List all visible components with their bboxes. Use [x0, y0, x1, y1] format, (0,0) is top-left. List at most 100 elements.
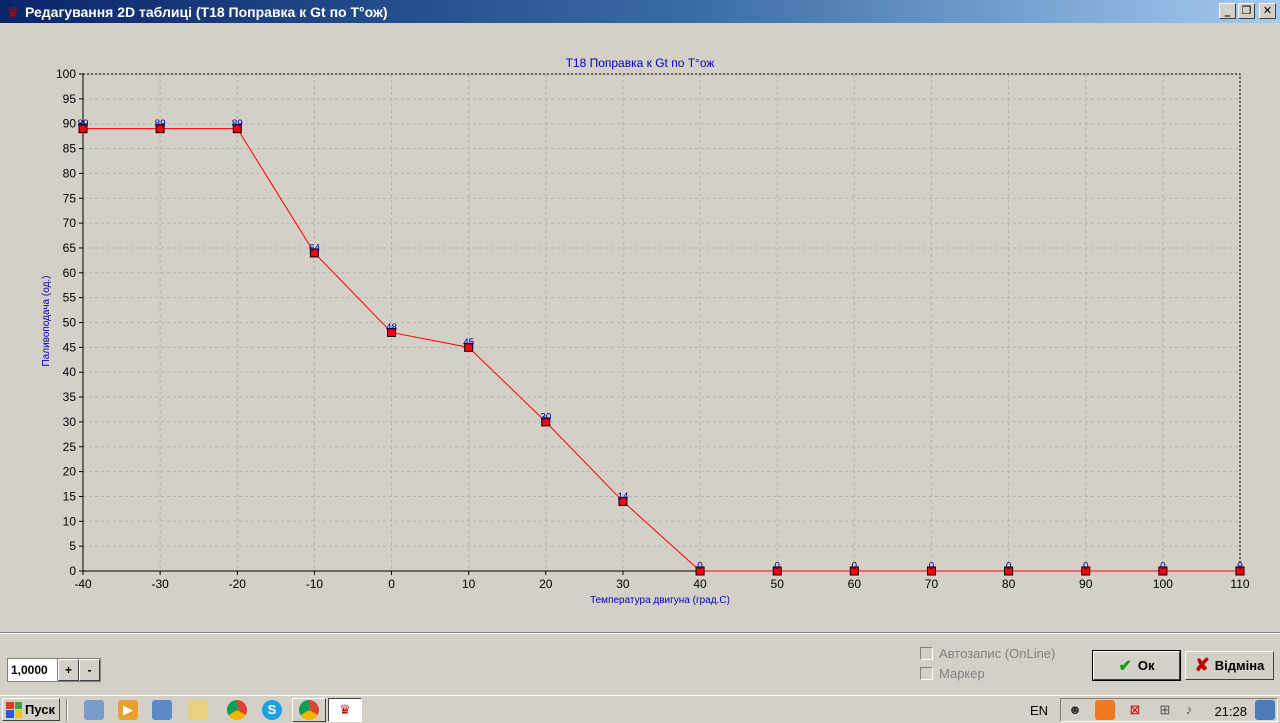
line-chart[interactable]: T18 Поправка к Gt по T°ож Паливоподача (… — [0, 23, 1280, 633]
data-label: 30 — [540, 412, 552, 423]
x-tick-label: 40 — [693, 577, 707, 591]
y-tick-label: 90 — [63, 117, 77, 131]
minimize-button[interactable]: _ — [1219, 3, 1236, 19]
y-tick-label: 30 — [63, 415, 77, 429]
y-tick-label: 75 — [63, 191, 77, 205]
scale-plus-button[interactable]: + — [58, 659, 79, 681]
show-desktop-icon[interactable] — [1255, 700, 1275, 720]
tray-antivirus-icon[interactable] — [1095, 700, 1115, 720]
disk-icon[interactable] — [84, 700, 104, 720]
data-label: 0 — [929, 561, 935, 572]
x-tick-label: 100 — [1153, 577, 1173, 591]
system-tray: ☻ ⊠ ⊞ ♪ 21:28 — [1060, 698, 1278, 722]
y-tick-label: 15 — [63, 489, 77, 503]
x-tick-label: 30 — [616, 577, 630, 591]
volume-icon[interactable]: ♪ — [1179, 700, 1199, 720]
cross-icon: ✘ — [1194, 655, 1210, 675]
skype-icon[interactable]: S — [262, 700, 282, 720]
y-tick-label: 35 — [63, 390, 77, 404]
y-axis-label: Паливоподача (од.) — [41, 275, 52, 366]
marker-checkbox[interactable] — [920, 667, 933, 680]
y-tick-label: 95 — [63, 92, 77, 106]
data-label: 48 — [386, 322, 398, 333]
data-label: 0 — [1160, 561, 1166, 572]
language-indicator[interactable]: EN — [1030, 703, 1048, 718]
y-tick-label: 50 — [63, 316, 77, 330]
autosave-label: Автозапис (OnLine) — [939, 646, 1056, 661]
x-tick-label: 110 — [1230, 577, 1249, 591]
x-tick-label: -30 — [151, 577, 169, 591]
chrome-icon — [299, 700, 319, 720]
window-title: Редагування 2D таблиці (T18 Поправка к G… — [25, 3, 388, 20]
y-tick-label: 70 — [63, 216, 77, 230]
clock: 21:28 — [1214, 704, 1247, 719]
show-desktop-icon[interactable] — [152, 700, 172, 720]
x-tick-label: 60 — [848, 577, 862, 591]
start-label: Пуск — [25, 702, 55, 717]
x-tick-label: -20 — [229, 577, 247, 591]
tray-network-error-icon[interactable]: ⊠ — [1125, 700, 1145, 720]
window-title-bar[interactable]: ♛ Редагування 2D таблиці (T18 Поправка к… — [0, 0, 1280, 23]
data-label: 89 — [232, 119, 244, 130]
tray-network-icon[interactable]: ⊞ — [1155, 700, 1175, 720]
data-label: 0 — [852, 561, 858, 572]
series-line — [83, 128, 1240, 572]
check-icon: ✔ — [1118, 657, 1132, 675]
data-label: 14 — [617, 491, 629, 502]
autosave-checkbox-row[interactable]: Автозапис (OnLine) — [920, 646, 1055, 661]
y-tick-label: 40 — [63, 365, 77, 379]
x-axis-label: Температура двигуна (град.C) — [590, 595, 730, 606]
window-controls: _ ❐ ✕ — [1219, 3, 1276, 19]
bottom-panel: 1,0000 + - Автозапис (OnLine) Маркер ✔ О… — [0, 632, 1280, 695]
taskbar-separator — [66, 699, 68, 721]
cancel-label: Відміна — [1214, 658, 1265, 673]
data-label: 0 — [697, 561, 703, 572]
scale-minus-button[interactable]: - — [79, 659, 100, 681]
grid — [82, 73, 1241, 572]
y-tick-label: 10 — [63, 514, 77, 528]
x-tick-label: 10 — [462, 577, 476, 591]
windows-logo-icon — [6, 701, 22, 718]
folder-icon[interactable] — [188, 700, 208, 720]
y-tick-label: 55 — [63, 291, 77, 305]
tray-avatar-icon[interactable]: ☻ — [1065, 700, 1085, 720]
chrome-icon[interactable] — [227, 700, 247, 720]
start-button[interactable]: Пуск — [2, 698, 60, 721]
media-player-icon[interactable]: ▶ — [118, 700, 138, 720]
chart-title: T18 Поправка к Gt по T°ож — [566, 56, 715, 70]
taskbar: Пуск ▶ S ♛ EN ☻ ⊠ ⊞ ♪ 21:28 — [0, 695, 1280, 723]
ok-button[interactable]: ✔ Ок — [1092, 650, 1181, 681]
y-tick-label: 80 — [63, 166, 77, 180]
y-tick-label: 5 — [69, 539, 76, 553]
chart-panel[interactable]: T18 Поправка к Gt по T°ож Паливоподача (… — [0, 23, 1280, 633]
x-tick-label: -10 — [306, 577, 324, 591]
app-logo-icon: ♛ — [339, 702, 351, 717]
marker-checkbox-row[interactable]: Маркер — [920, 666, 985, 681]
y-tick-label: 100 — [56, 67, 76, 81]
y-tick-label: 65 — [63, 241, 77, 255]
y-tick-label: 60 — [63, 266, 77, 280]
restore-button[interactable]: ❐ — [1238, 3, 1255, 19]
x-tick-label: -40 — [74, 577, 92, 591]
x-tick-label: 80 — [1002, 577, 1016, 591]
y-tick-label: 85 — [63, 142, 77, 156]
data-label: 89 — [77, 119, 89, 130]
data-label: 89 — [155, 119, 167, 130]
data-label: 64 — [309, 243, 321, 254]
cancel-button[interactable]: ✘ Відміна — [1185, 651, 1274, 680]
data-label: 45 — [463, 337, 475, 348]
marker-label: Маркер — [939, 666, 985, 681]
x-tick-label: 0 — [388, 577, 395, 591]
taskbar-task-chrome[interactable] — [292, 698, 326, 722]
autosave-checkbox[interactable] — [920, 647, 933, 660]
y-tick-label: 20 — [63, 465, 77, 479]
ok-label: Ок — [1137, 658, 1155, 673]
y-tick-label: 25 — [63, 440, 77, 454]
close-button[interactable]: ✕ — [1259, 3, 1276, 19]
axes: 0 5 10 15 20 25 30 35 40 45 50 55 60 65 70 75 80 85 90 95 10… — [56, 67, 1250, 591]
x-tick-label: 70 — [925, 577, 939, 591]
series[interactable]: 89 89 89 64 48 45 30 14 0 0 0 0 0 0 0 0 — [77, 119, 1245, 576]
data-label: 0 — [1083, 561, 1089, 572]
taskbar-task-editor[interactable]: ♛ — [328, 698, 362, 722]
scale-input[interactable]: 1,0000 — [8, 659, 58, 681]
